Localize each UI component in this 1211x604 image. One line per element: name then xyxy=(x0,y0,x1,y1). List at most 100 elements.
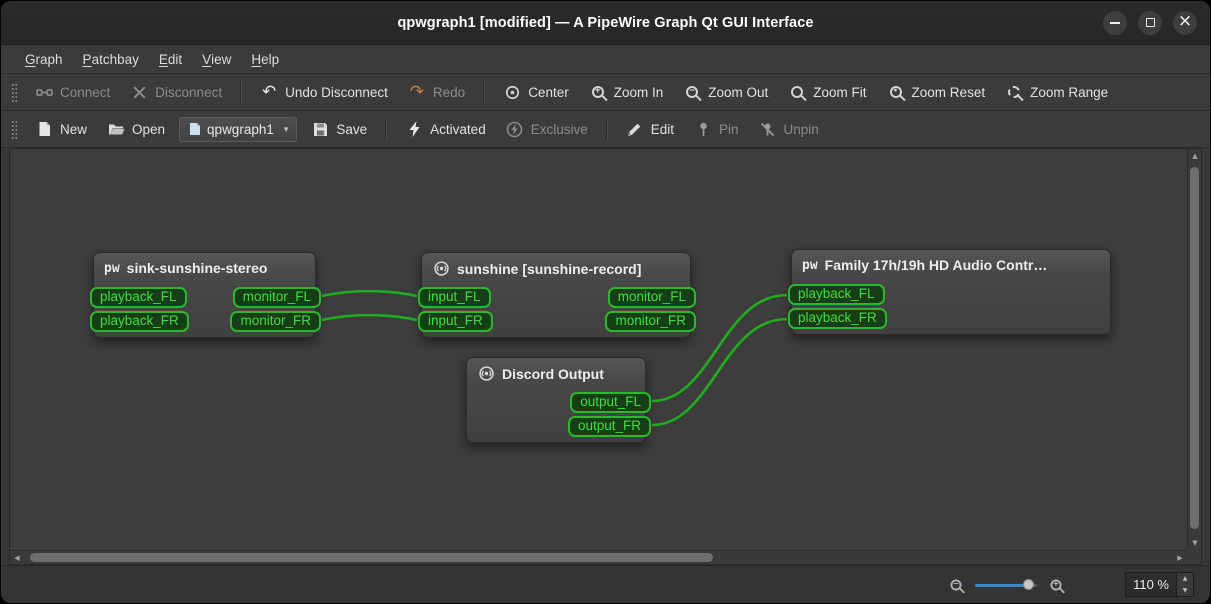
horizontal-scrollbar[interactable]: ◀ ▶ xyxy=(10,550,1187,564)
output-port[interactable]: output_FL xyxy=(570,392,651,413)
zoom-out-button[interactable]: − Zoom Out xyxy=(673,78,778,107)
unpin-icon xyxy=(759,121,777,138)
output-port[interactable]: output_FR xyxy=(567,416,651,437)
close-button[interactable]: × xyxy=(1173,10,1197,35)
graph-canvas[interactable]: pw sink-sunshine-stereo playback_FL play… xyxy=(10,149,1187,550)
node-family-hd-audio[interactable]: pw Family 17h/19h HD Audio Contr… playba… xyxy=(788,249,1111,335)
edit-button[interactable]: Edit xyxy=(616,115,684,144)
redo-label: Redo xyxy=(432,84,466,100)
edit-label: Edit xyxy=(650,121,674,137)
pin-label: Pin xyxy=(719,121,739,137)
zoom-in-label: Zoom In xyxy=(613,84,664,100)
zoom-out-icon: − xyxy=(683,84,701,101)
activated-button[interactable]: Activated xyxy=(395,115,496,144)
input-port[interactable]: input_FR xyxy=(418,311,493,332)
disconnect-button[interactable]: Disconnect xyxy=(120,78,232,107)
output-port[interactable]: monitor_FL xyxy=(607,287,696,308)
save-button[interactable]: Save xyxy=(301,115,377,144)
toolbar-separator xyxy=(605,118,608,140)
output-port[interactable]: monitor_FL xyxy=(232,287,321,308)
input-port[interactable]: playback_FL xyxy=(90,287,187,308)
minimize-button[interactable] xyxy=(1103,10,1127,35)
node-sink-sunshine-stereo[interactable]: pw sink-sunshine-stereo playback_FL play… xyxy=(90,252,321,338)
output-port[interactable]: monitor_FR xyxy=(605,311,696,332)
spin-down-arrow[interactable]: ▼ xyxy=(1177,584,1193,596)
zoom-value[interactable]: 110 % xyxy=(1126,573,1176,596)
window-controls: × xyxy=(1103,1,1197,44)
menu-item-graph[interactable]: Graph xyxy=(15,45,73,73)
zoom-out-status-icon[interactable]: − xyxy=(947,576,965,593)
scroll-up-arrow[interactable]: ▲ xyxy=(1188,149,1202,163)
minimize-icon xyxy=(1110,21,1120,24)
vertical-scrollbar[interactable]: ▲ ▼ xyxy=(1187,149,1201,550)
toolbar-grip[interactable] xyxy=(11,119,18,139)
exclusive-label: Exclusive xyxy=(530,121,588,137)
vertical-scroll-track[interactable] xyxy=(1188,163,1201,536)
zoom-range-button[interactable]: Zoom Range xyxy=(995,78,1118,107)
zoom-reset-button[interactable]: • Zoom Reset xyxy=(877,78,996,107)
menu-item-edit[interactable]: Edit xyxy=(149,45,192,73)
zoom-fit-button[interactable]: Zoom Fit xyxy=(778,78,876,107)
spin-up-arrow[interactable]: ▲ xyxy=(1177,573,1193,585)
zoom-out-label: Zoom Out xyxy=(708,84,769,100)
new-file-icon xyxy=(35,121,53,138)
input-port[interactable]: playback_FL xyxy=(788,284,885,305)
menubar: Graph Patchbay Edit View Help xyxy=(1,45,1210,74)
menu-item-help[interactable]: Help xyxy=(241,45,289,73)
horizontal-scroll-track[interactable] xyxy=(24,551,1173,564)
new-button[interactable]: New xyxy=(25,115,97,144)
scroll-left-arrow[interactable]: ◀ xyxy=(10,551,24,565)
vertical-scroll-thumb[interactable] xyxy=(1190,166,1199,529)
zoom-in-status-icon[interactable]: + xyxy=(1047,576,1065,593)
window-title: qpwgraph1 [modified] — A PipeWire Graph … xyxy=(397,14,814,31)
zoom-in-button[interactable]: + Zoom In xyxy=(579,78,674,107)
connect-button[interactable]: Connect xyxy=(25,78,120,107)
zoom-slider-fill xyxy=(975,583,1028,587)
exclusive-bolt-icon xyxy=(506,121,524,138)
zoom-spin-arrows: ▲ ▼ xyxy=(1176,573,1193,596)
node-title: Discord Output xyxy=(502,365,604,382)
node-header: sunshine [sunshine-record] xyxy=(422,253,690,277)
zoom-reset-icon: • xyxy=(887,84,905,101)
connection-monitor-fr-input-fr[interactable] xyxy=(321,313,418,322)
input-port[interactable]: playback_FR xyxy=(788,308,887,329)
disconnect-label: Disconnect xyxy=(155,84,223,100)
maximize-icon xyxy=(1145,18,1155,27)
toolbar-grip[interactable] xyxy=(11,82,18,102)
pin-icon xyxy=(694,121,712,138)
connect-icon xyxy=(35,84,53,101)
menu-item-patchbay[interactable]: Patchbay xyxy=(73,45,149,73)
titlebar[interactable]: qpwgraph1 [modified] — A PipeWire Graph … xyxy=(1,1,1210,45)
qpwgraph-window: qpwgraph1 [modified] — A PipeWire Graph … xyxy=(0,0,1211,604)
horizontal-scroll-thumb[interactable] xyxy=(29,553,714,562)
input-port[interactable]: input_FL xyxy=(418,287,491,308)
center-icon xyxy=(503,84,521,101)
node-discord-output[interactable]: Discord Output output_FL output_FR xyxy=(466,357,651,443)
undo-disconnect-button[interactable]: ↶ Undo Disconnect xyxy=(250,78,398,107)
connection-monitor-fl-input-fl[interactable] xyxy=(321,289,418,298)
zoom-range-icon xyxy=(1005,84,1023,101)
open-button[interactable]: Open xyxy=(97,115,175,144)
scroll-down-arrow[interactable]: ▼ xyxy=(1188,536,1202,550)
menu-item-view[interactable]: View xyxy=(192,45,241,73)
pin-button[interactable]: Pin xyxy=(684,115,749,144)
pipewire-icon: pw xyxy=(104,260,120,276)
input-port[interactable]: playback_FR xyxy=(90,311,189,332)
scroll-right-arrow[interactable]: ▶ xyxy=(1173,551,1187,565)
zoom-slider[interactable] xyxy=(975,577,1038,593)
zoom-fit-icon xyxy=(788,84,806,101)
center-button[interactable]: Center xyxy=(493,78,579,107)
pipewire-icon: pw xyxy=(802,257,818,273)
zoom-slider-handle[interactable] xyxy=(1023,579,1035,590)
toolbar-separator xyxy=(240,81,243,103)
exclusive-button[interactable]: Exclusive xyxy=(496,115,598,144)
redo-button[interactable]: ↷ Redo xyxy=(398,78,475,107)
unpin-button[interactable]: Unpin xyxy=(749,115,829,144)
scrollbar-corner xyxy=(1187,550,1201,564)
output-port[interactable]: monitor_FR xyxy=(230,311,321,332)
zoom-spinbox[interactable]: 110 % ▲ ▼ xyxy=(1125,572,1194,597)
patchbay-select[interactable]: qpwgraph1 ▾ xyxy=(179,116,298,142)
node-sunshine-record[interactable]: sunshine [sunshine-record] input_FL inpu… xyxy=(418,252,696,338)
patchbay-file-icon xyxy=(188,121,201,138)
maximize-button[interactable] xyxy=(1138,10,1162,35)
